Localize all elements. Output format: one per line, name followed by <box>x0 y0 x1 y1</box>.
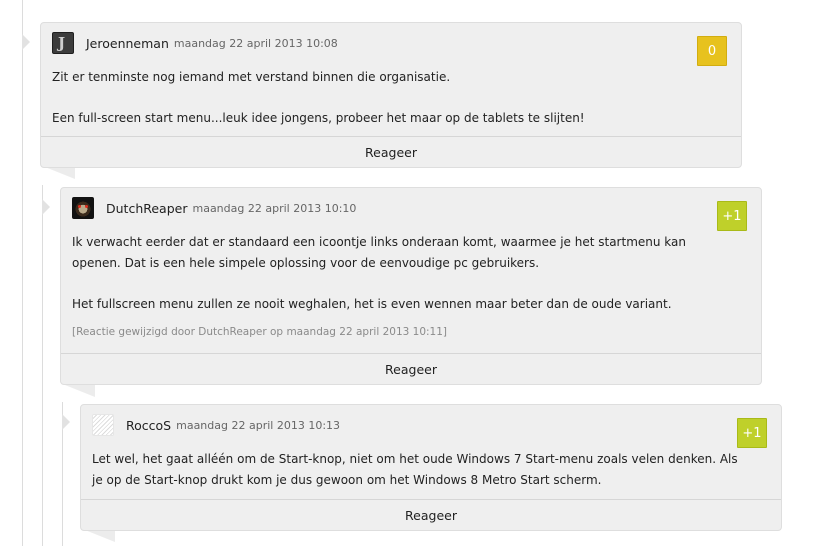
comment-date[interactable]: maandag 22 april 2013 10:10 <box>192 202 356 215</box>
comment-paragraph: Zit er tenminste nog iemand met verstand… <box>52 70 451 84</box>
comment-date[interactable]: maandag 22 april 2013 10:13 <box>176 419 340 432</box>
score-badge[interactable]: +1 <box>737 418 767 448</box>
comment-header: DutchReaper maandag 22 april 2013 10:10 <box>72 196 356 220</box>
reply-button[interactable]: Reageer <box>61 353 761 384</box>
comment-thread: Jeroenneman maandag 22 april 2013 10:08 … <box>0 0 827 546</box>
comment-header: Jeroenneman maandag 22 april 2013 10:08 <box>52 31 338 55</box>
edit-note: [Reactie gewijzigd door DutchReaper op m… <box>72 326 447 338</box>
comment-body: Let wel, het gaat alléén om de Start-kno… <box>92 449 738 491</box>
reply-button[interactable]: Reageer <box>41 136 741 167</box>
thread-line-level-1 <box>22 0 23 546</box>
comment-author[interactable]: DutchReaper <box>106 201 187 216</box>
comment-body: Zit er tenminste nog iemand met verstand… <box>52 67 585 129</box>
comment-dutchreaper: DutchReaper maandag 22 april 2013 10:10 … <box>60 187 762 385</box>
thread-notch-level-1 <box>22 34 30 50</box>
comment-author[interactable]: Jeroenneman <box>86 36 169 51</box>
score-badge[interactable]: +1 <box>717 201 747 231</box>
comment-date[interactable]: maandag 22 april 2013 10:08 <box>174 37 338 50</box>
comment-paragraph: Ik verwacht eerder dat er standaard een … <box>72 235 686 249</box>
comment-paragraph: Het fullscreen menu zullen ze nooit wegh… <box>72 297 672 311</box>
comment-tail <box>65 385 95 397</box>
comment-tail <box>85 530 115 542</box>
reply-button[interactable]: Reageer <box>81 499 781 530</box>
comment-body: Ik verwacht eerder dat er standaard een … <box>72 232 686 343</box>
avatar[interactable] <box>92 414 114 436</box>
comment-jeroenneman: Jeroenneman maandag 22 april 2013 10:08 … <box>40 22 742 168</box>
comment-paragraph: openen. Dat is een hele simpele oplossin… <box>72 256 540 270</box>
comment-paragraph: je op de Start-knop drukt kom je dus gew… <box>92 473 602 487</box>
comment-roccos: RoccoS maandag 22 april 2013 10:13 +1 Le… <box>80 404 782 531</box>
thread-notch-level-3 <box>62 414 70 430</box>
score-badge[interactable]: 0 <box>697 36 727 66</box>
comment-paragraph: Een full-screen start menu...leuk idee j… <box>52 111 585 125</box>
comment-paragraph: Let wel, het gaat alléén om de Start-kno… <box>92 452 738 466</box>
thread-notch-level-2 <box>42 199 50 215</box>
avatar[interactable] <box>52 32 74 54</box>
comment-tail <box>45 167 75 179</box>
comment-author[interactable]: RoccoS <box>126 418 171 433</box>
thread-line-level-2 <box>42 185 43 546</box>
comment-header: RoccoS maandag 22 april 2013 10:13 <box>92 413 340 437</box>
avatar[interactable] <box>72 197 94 219</box>
